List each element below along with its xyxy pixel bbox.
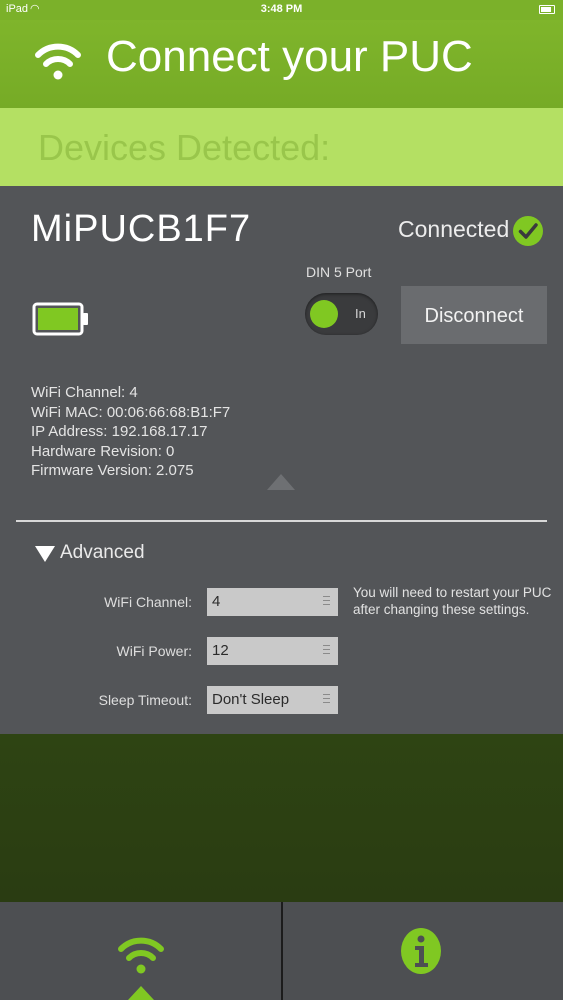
din-port-toggle[interactable]: In (305, 293, 378, 335)
sleep-timeout-select-value: Don't Sleep (212, 691, 290, 708)
toggle-knob (310, 300, 338, 328)
check-icon (513, 216, 543, 246)
info-wifi-mac: WiFi MAC: 00:06:66:68:B1:F7 (31, 403, 231, 421)
toggle-label: In (355, 306, 366, 321)
empty-background-area (0, 734, 563, 902)
triangle-down-icon (35, 546, 55, 562)
wifi-icon (118, 937, 164, 974)
collapse-arrow-icon[interactable] (267, 474, 295, 490)
tab-info[interactable] (283, 902, 563, 1000)
status-time: 3:48 PM (260, 3, 303, 15)
info-wifi-channel: WiFi Channel: 4 (31, 384, 138, 401)
page-title: Connect your PUC (106, 32, 473, 81)
app-header: Connect your PUC (0, 20, 563, 108)
battery-level-fill (38, 308, 78, 330)
connection-status: Connected (398, 216, 510, 242)
devices-detected-title: Devices Detected: (38, 127, 331, 168)
menu-lines-icon (323, 694, 330, 705)
wifi-power-select[interactable]: 12 (207, 637, 338, 665)
sleep-timeout-setting-label: Sleep Timeout: (98, 692, 192, 708)
sleep-timeout-select[interactable]: Don't Sleep (207, 686, 338, 714)
restart-note: You will need to restart your PUC after … (353, 585, 552, 617)
wifi-channel-select[interactable]: 4 (207, 588, 338, 616)
status-battery-icon (539, 5, 555, 14)
menu-lines-icon (323, 645, 330, 656)
info-icon (401, 928, 441, 974)
device-info-list: WiFi Channel: 4 WiFi MAC: 00:06:66:68:B1… (31, 383, 230, 481)
wifi-power-select-value: 12 (212, 642, 229, 659)
status-bar: iPad ◠ 3:48 PM (0, 0, 563, 20)
info-firmware-version: Firmware Version: 2.075 (31, 462, 194, 479)
disconnect-button[interactable]: Disconnect (401, 286, 547, 344)
tab-bar (0, 902, 563, 1000)
din-port-label: DIN 5 Port (306, 264, 372, 280)
wifi-icon (35, 43, 81, 80)
device-name: MiPUCB1F7 (31, 208, 252, 250)
advanced-label: Advanced (60, 542, 145, 563)
wifi-channel-setting-label: WiFi Channel: (104, 594, 192, 610)
menu-lines-icon (323, 596, 330, 607)
info-ip-address: IP Address: 192.168.17.17 (31, 423, 208, 440)
divider (16, 520, 547, 522)
active-tab-indicator (128, 986, 154, 1000)
devices-detected-band: Devices Detected: (0, 108, 563, 186)
battery-icon (32, 302, 88, 336)
wifi-power-setting-label: WiFi Power: (116, 643, 192, 659)
wifi-channel-select-value: 4 (212, 593, 221, 610)
tab-connect[interactable] (0, 902, 281, 1000)
device-card: MiPUCB1F7 Connected DIN 5 Port In Discon… (0, 186, 563, 734)
info-hardware-revision: Hardware Revision: 0 (31, 442, 175, 460)
